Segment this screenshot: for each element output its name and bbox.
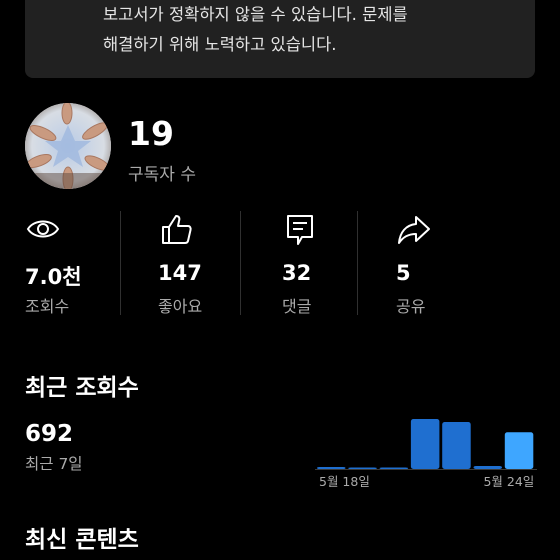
chart-tick-label: 5월 24일 bbox=[483, 474, 534, 489]
stat-views-label: 조회수 bbox=[25, 297, 70, 316]
stat-shares-label: 공유 bbox=[396, 297, 426, 316]
subscriber-label: 구독자 수 bbox=[128, 165, 196, 185]
stat-views-value: 7.0천 bbox=[25, 265, 82, 289]
recent-views-period: 최근 7일 bbox=[25, 455, 83, 473]
chart-bar[interactable] bbox=[442, 422, 471, 469]
group-hands-avatar-icon bbox=[25, 103, 111, 189]
stat-likes-label: 좋아요 bbox=[158, 297, 203, 316]
stat-comments[interactable]: 32 댓글 bbox=[282, 205, 382, 317]
chart-bar[interactable] bbox=[317, 466, 346, 469]
notice-line-2: 해결하기 위해 노력하고 있습니다. bbox=[103, 35, 337, 54]
stat-divider bbox=[240, 211, 241, 315]
engagement-stats: 7.0천 조회수 147 좋아요 32 댓글 5 공유 bbox=[0, 205, 560, 317]
stat-likes-value: 147 bbox=[158, 261, 202, 285]
recent-views-chart[interactable]: 5월 18일 5월 24일 bbox=[315, 405, 537, 495]
stat-comments-value: 32 bbox=[282, 261, 312, 285]
report-accuracy-notice: 보고서가 정확하지 않을 수 있습니다. 문제를 해결하기 위해 노력하고 있습… bbox=[25, 0, 535, 78]
chart-bar[interactable] bbox=[473, 465, 503, 469]
chart-bar[interactable] bbox=[379, 467, 409, 470]
chart-tick-label: 5월 18일 bbox=[319, 474, 370, 489]
eye-icon bbox=[26, 220, 60, 238]
chart-bar[interactable] bbox=[410, 419, 440, 469]
notice-line-1: 보고서가 정확하지 않을 수 있습니다. 문제를 bbox=[103, 5, 408, 24]
recent-views-title: 최근 조회수 bbox=[25, 375, 139, 401]
stat-shares[interactable]: 5 공유 bbox=[396, 205, 496, 317]
stat-likes[interactable]: 147 좋아요 bbox=[158, 205, 258, 317]
stat-shares-value: 5 bbox=[396, 261, 411, 285]
thumbs-up-icon bbox=[162, 215, 192, 244]
chart-bar[interactable] bbox=[504, 432, 534, 469]
recent-views-value: 692 bbox=[25, 421, 74, 447]
stat-views[interactable]: 7.0천 조회수 bbox=[25, 205, 125, 317]
subscriber-count: 19 bbox=[128, 114, 174, 153]
latest-content-title: 최신 콘텐츠 bbox=[25, 527, 139, 553]
share-icon bbox=[398, 216, 430, 244]
stat-comments-label: 댓글 bbox=[282, 297, 312, 316]
comment-icon bbox=[287, 215, 313, 245]
channel-avatar[interactable] bbox=[25, 103, 111, 189]
stat-divider bbox=[357, 211, 358, 315]
chart-bar[interactable] bbox=[348, 467, 377, 470]
stat-divider bbox=[120, 211, 121, 315]
